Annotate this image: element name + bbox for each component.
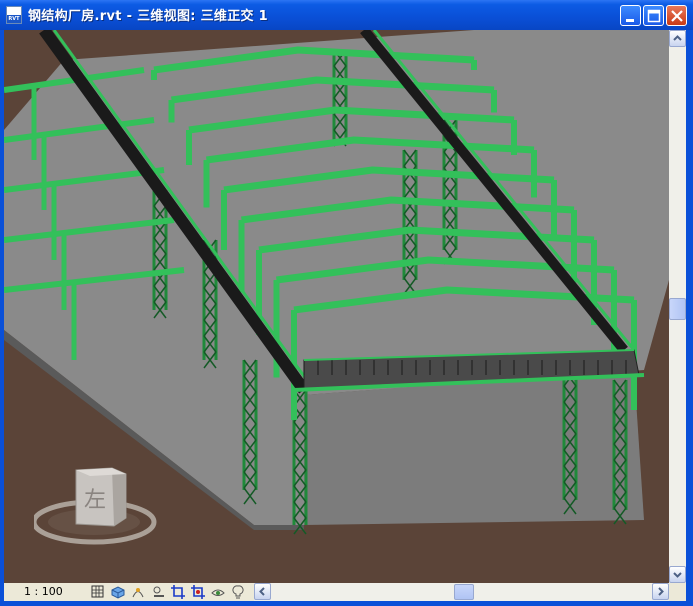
show-crop-icon[interactable]: [190, 584, 206, 600]
maximize-icon: [647, 9, 661, 23]
revit-file-icon[interactable]: RVT: [6, 6, 22, 24]
application-window: RVT 钢结构厂房.rvt - 三维视图: 三维正交 1 左 1: 100: [0, 0, 693, 606]
sun-path-icon[interactable]: [130, 584, 146, 600]
maximize-button[interactable]: [643, 5, 664, 26]
viewcube-face-label[interactable]: 左: [84, 482, 106, 514]
view-scale[interactable]: 1 : 100: [24, 585, 63, 598]
window-title: 钢结构厂房.rvt - 三维视图: 三维正交 1: [28, 9, 268, 24]
horizontal-scrollbar[interactable]: [254, 583, 669, 601]
visual-style-icon[interactable]: [110, 584, 126, 600]
viewcube[interactable]: 左: [31, 460, 164, 554]
chevron-down-icon: [673, 572, 682, 578]
close-icon: [671, 10, 683, 22]
view-control-bar: 1 : 100: [4, 583, 669, 601]
3d-view-canvas[interactable]: 左: [4, 30, 669, 583]
scrollbar-corner: [669, 583, 686, 601]
reveal-hidden-icon[interactable]: [230, 584, 246, 600]
title-bar[interactable]: RVT 钢结构厂房.rvt - 三维视图: 三维正交 1: [0, 0, 693, 30]
chevron-right-icon: [658, 587, 664, 596]
shadows-icon[interactable]: [150, 584, 166, 600]
minimize-button[interactable]: [620, 5, 641, 26]
vertical-scrollbar[interactable]: [669, 30, 686, 583]
scroll-up-button[interactable]: [669, 30, 686, 47]
scroll-down-button[interactable]: [669, 566, 686, 583]
detail-level-icon[interactable]: [90, 584, 106, 600]
app-icon-label: RVT: [7, 15, 21, 23]
scroll-right-button[interactable]: [652, 583, 669, 600]
horizontal-scroll-thumb[interactable]: [454, 584, 474, 600]
chevron-left-icon: [259, 587, 265, 596]
end-bay-slab: [304, 370, 644, 525]
minimize-icon: [626, 19, 634, 22]
scroll-left-button[interactable]: [254, 583, 271, 600]
crop-view-icon[interactable]: [170, 584, 186, 600]
chevron-up-icon: [673, 35, 682, 41]
close-button[interactable]: [666, 5, 687, 26]
vertical-scroll-thumb[interactable]: [669, 298, 686, 320]
temporary-hide-icon[interactable]: [210, 584, 226, 600]
